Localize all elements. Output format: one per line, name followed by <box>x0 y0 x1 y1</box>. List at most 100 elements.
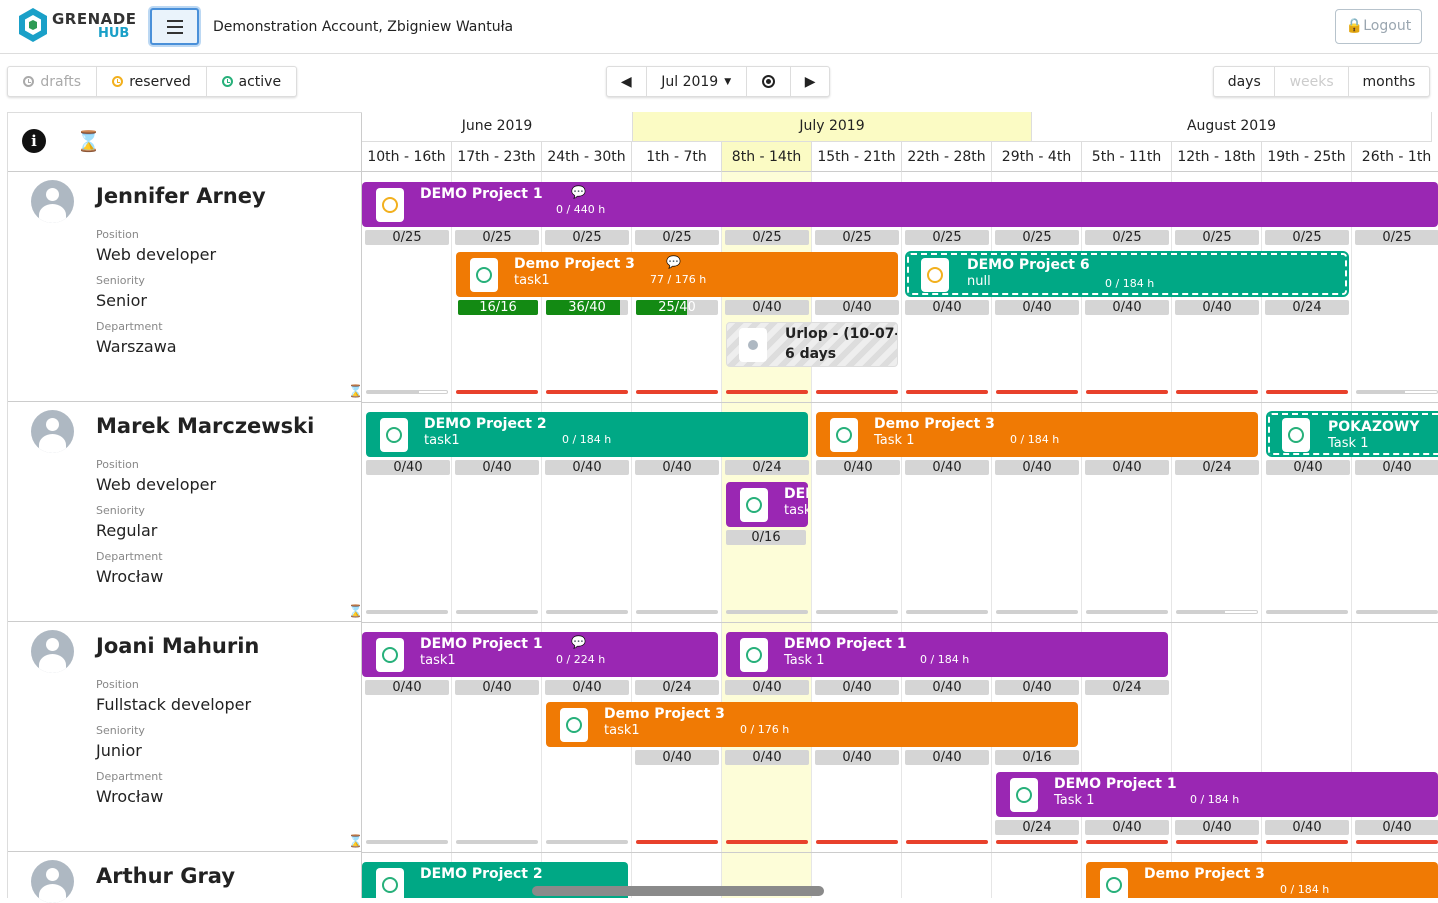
filter-reserved[interactable]: reserved <box>97 67 207 96</box>
position-label: Position <box>96 458 139 471</box>
month-select[interactable]: Jul 2019 ▼ <box>647 67 747 96</box>
person-row: Marek Marczewski Position Web developer … <box>8 402 363 622</box>
project-bar[interactable]: DEMO Project 1 Task 1 0 / 184 h <box>726 632 1168 677</box>
utilization-bar <box>996 610 1078 614</box>
project-bar[interactable]: DEMO Project 1 💬 0 / 440 h <box>362 182 1438 227</box>
utilization-bar <box>636 840 718 844</box>
person-name[interactable]: Joani Mahurin <box>96 634 259 658</box>
utilization-bar <box>366 840 448 844</box>
view-days[interactable]: days <box>1214 67 1276 96</box>
seniority-label: Seniority <box>96 504 145 517</box>
comment-icon[interactable]: 💬 <box>666 255 681 269</box>
project-bar[interactable]: Demo Project 3 Task 1 0 / 184 h <box>816 412 1258 457</box>
progress-cell: 25/40 <box>636 300 718 315</box>
capacity-cell: 0/40 <box>1355 460 1438 475</box>
project-bar[interactable]: Demo Project 3 task1 💬 77 / 176 h <box>456 252 898 297</box>
next-button[interactable]: ▶ <box>791 67 829 96</box>
capacity-cell: 0/25 <box>725 230 809 245</box>
clock-icon <box>376 638 404 672</box>
clock-icon <box>112 76 124 87</box>
comment-icon[interactable]: 💬 <box>571 635 586 649</box>
utilization-bar <box>1176 390 1258 394</box>
project-bar[interactable]: Demo Project 3 0 / 184 h <box>1086 862 1438 898</box>
clock-icon <box>830 418 858 452</box>
prev-button[interactable]: ◀ <box>607 67 647 96</box>
chevron-left-icon: ◀ <box>620 73 632 90</box>
info-icon[interactable]: i <box>22 129 46 153</box>
capacity-cell: 0/40 <box>1175 820 1259 835</box>
status-filter: drafts reserved active <box>7 66 297 97</box>
project-bar[interactable]: DEMO Project 2 task1 0 / 184 h <box>366 412 808 457</box>
capacity-cell: 0/40 <box>905 750 989 765</box>
today-button[interactable] <box>747 67 792 96</box>
filter-drafts[interactable]: drafts <box>8 67 98 96</box>
person-name[interactable]: Arthur Gray <box>96 864 235 888</box>
capacity-cell: 0/16 <box>726 530 806 545</box>
position-value: Fullstack developer <box>96 695 252 714</box>
utilization-bar <box>546 840 628 844</box>
menu-button[interactable] <box>150 8 199 45</box>
utilization-bar <box>726 610 808 614</box>
person-name[interactable]: Marek Marczewski <box>96 414 314 438</box>
comment-icon[interactable]: 💬 <box>571 185 586 199</box>
project-bar[interactable]: DEMO Project 6 null 0 / 184 h <box>905 251 1349 297</box>
project-bar[interactable]: DEMO Project 1 task1 💬 0 / 224 h <box>362 632 718 677</box>
capacity-cell: 0/24 <box>635 680 719 695</box>
utilization-bar <box>636 610 718 614</box>
capacity-cell: 0/40 <box>815 680 899 695</box>
clock-icon <box>23 76 35 87</box>
capacity-cell: 0/40 <box>366 460 450 475</box>
project-bar[interactable]: DEM task <box>726 482 808 527</box>
hourglass-icon[interactable]: ⌛ <box>348 834 363 848</box>
utilization-bar <box>1176 840 1258 844</box>
week-header: 8th - 14th <box>722 142 812 172</box>
utilization-bar <box>996 390 1078 394</box>
month-header: June 2019 <box>362 112 633 142</box>
clock-icon <box>740 638 768 672</box>
avatar <box>31 410 74 453</box>
hourglass-icon[interactable]: ⌛ <box>76 129 101 153</box>
project-bar[interactable]: DEMO Project 1 Task 1 0 / 184 h <box>996 772 1438 817</box>
project-bar[interactable]: POKAZOWY Task 1 <box>1266 411 1438 457</box>
view-weeks[interactable]: weeks <box>1275 67 1349 96</box>
timeline-grid: June 2019 July 2019 August 2019 10th - 1… <box>362 112 1438 898</box>
department-value: Wrocław <box>96 567 164 586</box>
capacity-cell: 0/40 <box>1355 820 1438 835</box>
clock-icon <box>1100 868 1128 898</box>
capacity-cell: 0/40 <box>545 460 629 475</box>
clock-icon <box>1282 418 1310 452</box>
capacity-cell: 0/25 <box>905 230 989 245</box>
capacity-cell: 0/40 <box>816 460 900 475</box>
logo[interactable]: GRENADE HUB <box>18 7 138 47</box>
hourglass-icon[interactable]: ⌛ <box>348 384 363 398</box>
capacity-cell: 0/25 <box>1265 230 1349 245</box>
hourglass-icon[interactable]: ⌛ <box>348 604 363 618</box>
view-months[interactable]: months <box>1349 67 1429 96</box>
capacity-cell: 0/40 <box>455 460 539 475</box>
utilization-bar <box>1356 390 1438 394</box>
logout-button[interactable]: 🔒Logout <box>1335 9 1422 44</box>
capacity-cell: 0/25 <box>545 230 629 245</box>
capacity-cell: 0/40 <box>1085 460 1169 475</box>
capacity-cell: 0/25 <box>1085 230 1169 245</box>
horizontal-scrollbar[interactable] <box>532 886 824 896</box>
capacity-cell: 0/40 <box>635 460 719 475</box>
view-switch: days weeks months <box>1213 66 1430 97</box>
capacity-cell: 0/40 <box>905 460 989 475</box>
person-name[interactable]: Jennifer Arney <box>96 184 266 208</box>
capacity-cell: 0/40 <box>725 300 809 315</box>
lock-icon: 🔒 <box>1345 18 1364 34</box>
leave-bar[interactable]: Urlop - (10-07-20 6 days <box>726 322 898 367</box>
utilization-bar <box>1086 840 1168 844</box>
seniority-label: Seniority <box>96 274 145 287</box>
avatar <box>31 860 74 903</box>
utilization-bar <box>1266 390 1348 394</box>
capacity-cell: 0/40 <box>1085 300 1169 315</box>
seniority-value: Regular <box>96 521 158 540</box>
utilization-bar <box>1266 840 1348 844</box>
chevron-right-icon: ▶ <box>804 73 816 90</box>
project-bar[interactable]: Demo Project 3 task1 0 / 176 h <box>546 702 1078 747</box>
filter-active[interactable]: active <box>207 67 296 96</box>
progress-cell: 36/40 <box>546 300 628 315</box>
utilization-bar <box>1356 840 1438 844</box>
